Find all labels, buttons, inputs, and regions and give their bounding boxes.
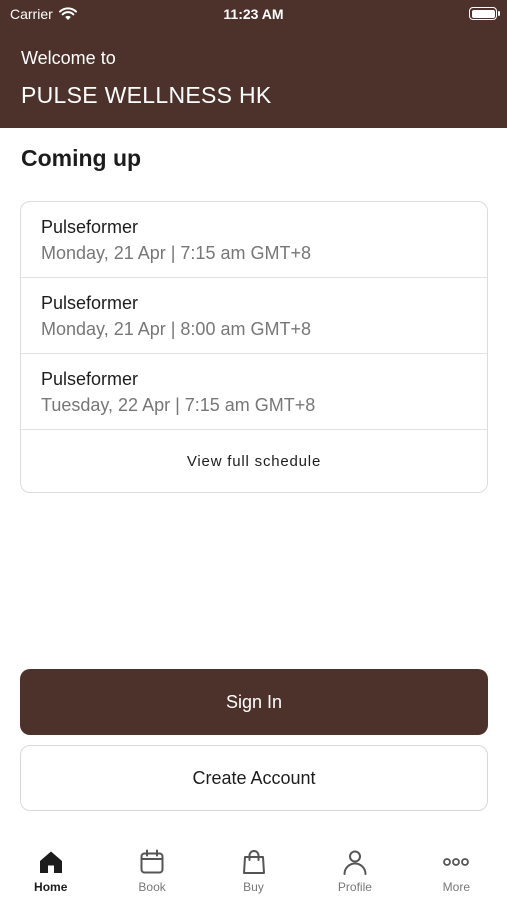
tab-book[interactable]: Book — [101, 840, 202, 900]
schedule-item[interactable]: Pulseformer Tuesday, 22 Apr | 7:15 am GM… — [21, 354, 487, 430]
tab-buy[interactable]: Buy — [203, 840, 304, 900]
battery-icon — [469, 7, 500, 20]
more-icon — [443, 858, 470, 866]
welcome-text: Welcome to — [21, 48, 116, 68]
tab-label: Profile — [337, 880, 372, 894]
tab-profile[interactable]: Profile — [304, 840, 405, 900]
tab-label: Book — [138, 880, 166, 894]
bag-icon — [242, 850, 265, 874]
coming-up-title: Coming up — [21, 145, 142, 171]
status-time: 11:23 AM — [223, 6, 284, 22]
class-datetime: Monday, 21 Apr | 8:00 am GMT+8 — [41, 319, 311, 339]
schedule-item[interactable]: Pulseformer Monday, 21 Apr | 8:00 am GMT… — [21, 278, 487, 354]
person-icon — [343, 850, 367, 875]
brand-title: PULSE WELLNESS HK — [21, 82, 272, 108]
class-datetime: Tuesday, 22 Apr | 7:15 am GMT+8 — [41, 395, 316, 415]
class-name: Pulseformer — [41, 369, 139, 389]
app-header: Carrier 11:23 AM Welcome to PULSE WELLNE… — [0, 0, 507, 128]
sign-in-button[interactable]: Sign In — [20, 669, 488, 735]
class-name: Pulseformer — [41, 217, 139, 237]
create-account-button[interactable]: Create Account — [20, 745, 488, 811]
schedule-card: Pulseformer Monday, 21 Apr | 7:15 am GMT… — [20, 201, 488, 493]
tab-bar: Home Book Buy Profile More — [0, 840, 507, 900]
class-datetime: Monday, 21 Apr | 7:15 am GMT+8 — [41, 243, 311, 263]
tab-label: Buy — [243, 880, 264, 894]
status-right — [469, 7, 500, 20]
view-full-schedule-link[interactable]: View full schedule — [21, 430, 487, 492]
calendar-icon — [140, 849, 164, 874]
status-bar: Carrier 11:23 AM — [0, 0, 507, 28]
schedule-item[interactable]: Pulseformer Monday, 21 Apr | 7:15 am GMT… — [21, 202, 487, 278]
home-icon — [39, 851, 62, 873]
tab-label: Home — [34, 880, 68, 894]
tab-home[interactable]: Home — [0, 840, 101, 900]
tab-label: More — [442, 880, 470, 894]
class-name: Pulseformer — [41, 293, 139, 313]
tab-more[interactable]: More — [406, 840, 507, 900]
